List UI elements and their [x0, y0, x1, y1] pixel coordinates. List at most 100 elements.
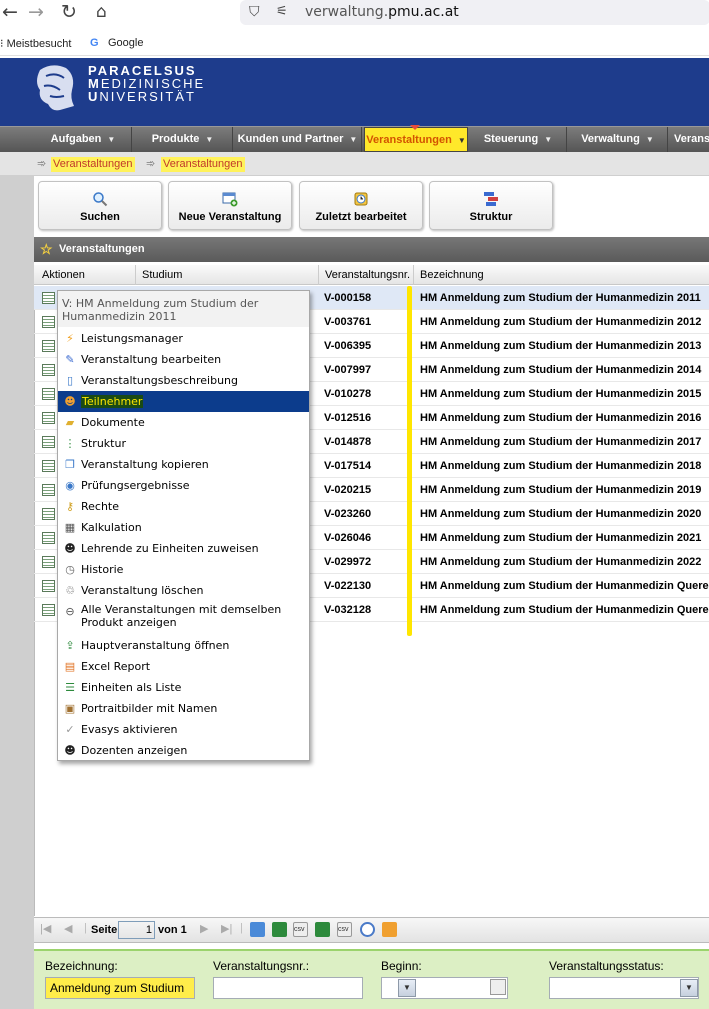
csv-export-icon[interactable]: csv — [293, 922, 308, 937]
menu-item[interactable]: ▣ Portraitbilder mit Namen — [58, 698, 309, 719]
lecturer-icon: ☻ — [64, 744, 76, 757]
folder-icon: ▰ — [65, 416, 75, 429]
reload-icon[interactable]: ↻ — [61, 2, 77, 22]
filter-label: Beginn: — [381, 959, 422, 973]
link-icon: ⊖ — [65, 605, 75, 618]
google-icon: G — [90, 37, 99, 49]
cell-bezeichnung: HM Anmeldung zum Studium der Humanmedizi… — [420, 556, 702, 568]
lightning-icon: ⚡ — [66, 332, 74, 345]
row-actions-icon[interactable] — [42, 340, 55, 352]
row-actions-icon[interactable] — [42, 460, 55, 472]
menu-item[interactable]: ⚡ Leistungsmanager — [58, 328, 309, 349]
nav-kunden[interactable]: Kunden und Partner ▼ — [234, 127, 362, 152]
shield-icon[interactable]: ⛉ — [249, 3, 260, 20]
menu-item-label: Portraitbilder mit Namen — [81, 702, 218, 715]
nav-produkte[interactable]: Produkte ▼ — [133, 127, 233, 152]
excel-export-icon[interactable] — [272, 922, 287, 937]
nav-veranstaltungen-2[interactable]: Verans — [670, 127, 709, 152]
teacher-icon: ☻ — [64, 542, 76, 555]
nav-veranstaltungen[interactable]: Veranstaltungen ▼ — [364, 127, 468, 152]
copy-icon: ❐ — [65, 458, 75, 471]
calendar-icon[interactable] — [490, 979, 506, 995]
nav-aufgaben[interactable]: Aufgaben ▼ — [35, 127, 132, 152]
menu-item[interactable]: ▦ Kalkulation — [58, 517, 309, 538]
prev-page-icon[interactable]: ◀ — [64, 922, 72, 935]
menu-item[interactable]: ❐ Veranstaltung kopieren — [58, 454, 309, 475]
excel-export-all-icon[interactable] — [315, 922, 330, 937]
menu-item[interactable]: ⚷ Rechte — [58, 496, 309, 517]
url-text[interactable]: verwaltung.pmu.ac.at — [305, 4, 459, 20]
row-actions-icon[interactable] — [42, 364, 55, 376]
stop-icon[interactable] — [360, 922, 375, 937]
breadcrumb-item[interactable]: Veranstaltungen — [161, 157, 245, 172]
bookmark-google[interactable]: Google — [108, 37, 143, 49]
beginn-input[interactable]: ▼ — [381, 977, 508, 999]
recently-edited-button[interactable]: Zuletzt bearbeitet — [299, 181, 423, 230]
col-studium[interactable]: Studium — [136, 265, 319, 285]
tree-icon: ⋮ — [64, 437, 76, 450]
filter-label: Veranstaltungsnr.: — [213, 959, 310, 973]
recent-icon — [354, 192, 368, 206]
menu-item[interactable]: ◉ Prüfungsergebnisse — [58, 475, 309, 496]
menu-item[interactable]: ⇪ Hauptveranstaltung öffnen — [58, 635, 309, 656]
col-aktionen[interactable]: Aktionen — [36, 265, 136, 285]
search-icon — [93, 192, 108, 207]
menu-item[interactable]: ⊖ Alle Veranstaltungen mit demselben Produ… — [58, 601, 309, 634]
first-page-icon[interactable]: |◀ — [40, 922, 51, 935]
menu-item[interactable]: ✎ Veranstaltung bearbeiten — [58, 349, 309, 370]
user-icon: ☻ — [64, 395, 76, 408]
menu-item[interactable]: ⋮ Struktur — [58, 433, 309, 454]
nav-steuerung[interactable]: Steuerung ▼ — [470, 127, 567, 152]
row-actions-icon[interactable] — [42, 508, 55, 520]
menu-item[interactable]: ☻ Dozenten anzeigen — [58, 740, 309, 761]
users-icon[interactable] — [382, 922, 397, 937]
document-icon: ▯ — [66, 374, 74, 387]
row-actions-icon[interactable] — [42, 604, 55, 616]
page-input[interactable]: 1 — [118, 921, 155, 939]
menu-item[interactable]: ✓ Evasys aktivieren — [58, 719, 309, 740]
menu-item[interactable]: ♲ Veranstaltung löschen — [58, 580, 309, 601]
menu-item[interactable]: ☻ Lehrende zu Einheiten zuweisen — [58, 538, 309, 559]
col-veranstaltungsnr[interactable]: Veranstaltungsnr. — [319, 265, 414, 285]
new-event-button[interactable]: Neue Veranstaltung — [168, 181, 292, 230]
row-actions-icon[interactable] — [42, 316, 55, 328]
home-icon[interactable]: ⌂ — [96, 2, 107, 22]
status-select[interactable]: ▼ — [549, 977, 699, 999]
row-actions-icon[interactable] — [42, 412, 55, 424]
cell-bezeichnung: HM Anmeldung zum Studium der Humanmedizi… — [420, 316, 702, 328]
menu-item[interactable]: ▤ Excel Report — [58, 656, 309, 677]
active-marker — [410, 125, 420, 130]
back-icon[interactable]: ← — [2, 2, 18, 22]
veranstaltungsnr-input[interactable] — [213, 977, 363, 999]
structure-button[interactable]: Struktur — [429, 181, 553, 230]
row-actions-icon[interactable] — [42, 580, 55, 592]
university-logo[interactable]: PARACELSUS MEDIZINISCHE UNIVERSITÄT — [88, 64, 205, 103]
menu-item[interactable]: ▰ Dokumente — [58, 412, 309, 433]
forward-icon[interactable]: → — [28, 2, 44, 22]
cell-bezeichnung: HM Anmeldung zum Studium der Humanmedizi… — [420, 292, 701, 304]
refresh-icon[interactable] — [250, 922, 265, 937]
row-actions-icon[interactable] — [42, 532, 55, 544]
row-actions-icon[interactable] — [42, 292, 55, 304]
last-page-icon[interactable]: ▶| — [221, 922, 232, 935]
csv-export-all-icon[interactable]: csv — [337, 922, 352, 937]
bezeichnung-input[interactable]: Anmeldung zum Studium — [45, 977, 195, 999]
row-actions-icon[interactable] — [42, 436, 55, 448]
menu-item[interactable]: ▯ Veranstaltungsbeschreibung — [58, 370, 309, 391]
filter-label: Bezeichnung: — [45, 959, 118, 973]
bookmark-meistbesucht[interactable]: ⁝ Meistbesucht — [0, 37, 71, 50]
permissions-icon[interactable]: ⚟ — [276, 3, 288, 19]
row-actions-icon[interactable] — [42, 484, 55, 496]
next-page-icon[interactable]: ▶ — [200, 922, 208, 935]
chevron-down-icon[interactable]: ▼ — [680, 979, 698, 997]
row-actions-icon[interactable] — [42, 388, 55, 400]
chevron-down-icon[interactable]: ▼ — [398, 979, 416, 997]
nav-verwaltung[interactable]: Verwaltung ▼ — [568, 127, 668, 152]
menu-item[interactable]: ☰ Einheiten als Liste — [58, 677, 309, 698]
menu-item[interactable]: ☻ Teilnehmer — [58, 391, 309, 412]
col-bezeichnung[interactable]: Bezeichnung — [414, 265, 709, 285]
breadcrumb-item[interactable]: Veranstaltungen — [51, 157, 135, 172]
menu-item[interactable]: ◷ Historie — [58, 559, 309, 580]
search-button[interactable]: Suchen — [38, 181, 162, 230]
row-actions-icon[interactable] — [42, 556, 55, 568]
